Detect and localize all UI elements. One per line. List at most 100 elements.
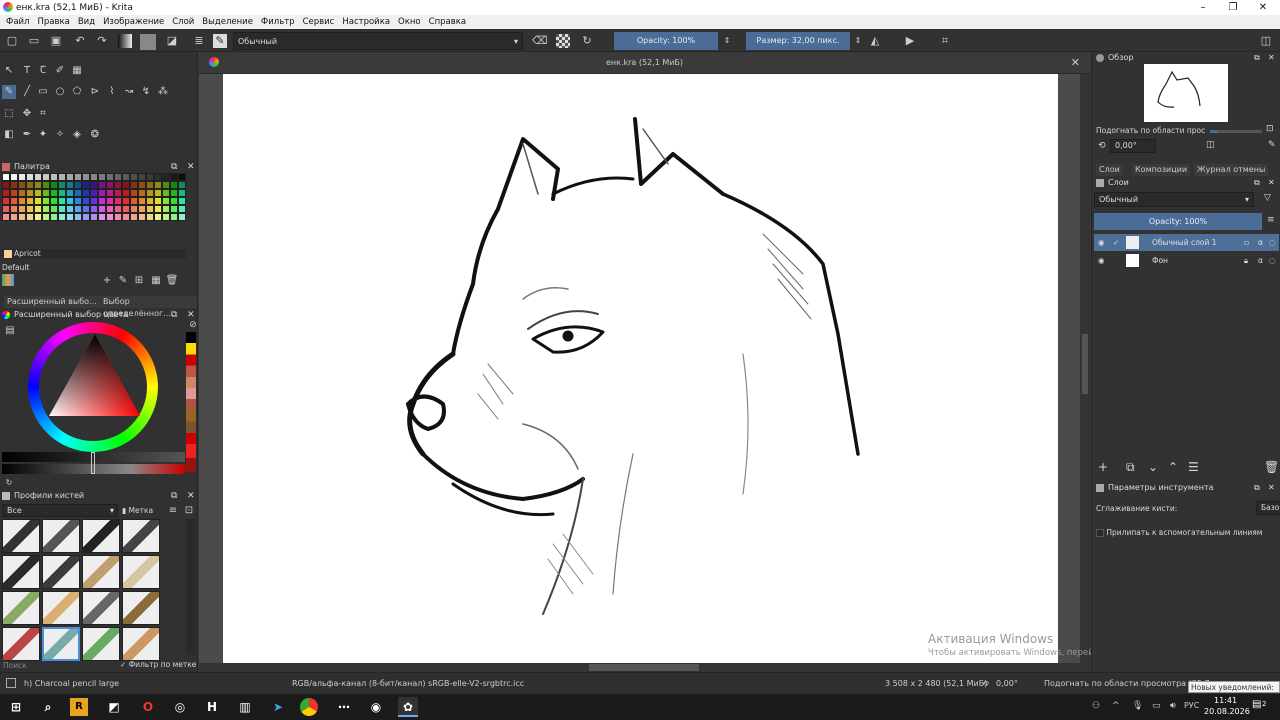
palette-swatch[interactable] [122,197,130,205]
visibility-eye-icon[interactable]: ◉ [1098,252,1105,269]
inherit-alpha-icon[interactable]: ◌ [1269,252,1276,269]
palette-swatch[interactable] [34,181,42,189]
audio-app-icon[interactable]: ▥ [235,697,255,717]
palette-swatch[interactable] [26,197,34,205]
clear-colors-icon[interactable]: ⊘ [186,318,200,332]
tab-layers[interactable]: Слои [1096,164,1123,176]
palette-swatch[interactable] [34,173,42,181]
delete-color-icon[interactable]: 🗑 [165,274,179,288]
app-icon-h[interactable]: H [202,697,222,717]
horizontal-scrollbar[interactable] [199,663,1090,672]
network-icon[interactable]: ▭ [1152,701,1161,711]
palette-swatch[interactable] [106,189,114,197]
filter-layers-icon[interactable]: ▽ [1264,193,1271,203]
palette-swatch[interactable] [114,189,122,197]
palette-swatch[interactable] [66,181,74,189]
palette-swatch[interactable] [82,205,90,213]
add-color-icon[interactable]: + [100,274,114,288]
palette-swatch[interactable] [154,181,162,189]
palette-swatch[interactable] [130,181,138,189]
menu-window[interactable]: Окно [398,17,421,27]
palette-swatch[interactable] [170,197,178,205]
edit-brush-settings-icon[interactable]: ≣ [192,34,206,48]
palette-swatch[interactable] [162,205,170,213]
float-docker-icon[interactable]: ⧉ [171,309,177,321]
palette-swatch[interactable] [114,205,122,213]
palette-swatch[interactable] [82,197,90,205]
palette-swatch[interactable] [138,181,146,189]
brush-preset-tile[interactable] [42,519,80,553]
select-shapes-icon[interactable]: ↖ [2,64,16,78]
calligraphy-icon[interactable]: Ꞇ [36,64,50,78]
tag-button[interactable]: ▮ Метка [122,504,153,517]
menu-layer[interactable]: Слой [172,17,194,27]
palette-swatch[interactable] [10,173,18,181]
palette-swatch[interactable] [90,173,98,181]
menu-edit[interactable]: Правка [37,17,69,27]
recent-colors-strip[interactable] [186,332,196,472]
palette-swatch[interactable] [178,205,186,213]
palette-swatch[interactable] [162,181,170,189]
palette-swatch[interactable] [162,213,170,221]
palette-swatch[interactable] [34,205,42,213]
palette-swatch[interactable] [154,173,162,181]
palette-swatch[interactable] [178,213,186,221]
brush-preset-tile[interactable] [82,519,120,553]
brush-preset-tile[interactable] [82,555,120,589]
delete-layer-icon[interactable]: 🗑︎ [1264,460,1279,474]
palette-swatch[interactable] [122,205,130,213]
zoom-slider[interactable] [1210,130,1262,133]
app-icon-window[interactable]: ◩ [104,697,124,717]
refresh-icon[interactable]: ↻ [2,476,16,490]
mirror-horizontal-icon[interactable]: ◭ [868,34,882,48]
close-document-icon[interactable]: ✕ [1071,52,1080,74]
layer-menu-icon[interactable]: ≡ [1267,215,1275,225]
palette-swatch[interactable] [90,197,98,205]
palette-swatch[interactable] [122,189,130,197]
palette-swatch[interactable] [138,197,146,205]
brush-preset-tile[interactable] [122,591,160,625]
palette-swatch[interactable] [82,213,90,221]
menu-filter[interactable]: Фильтр [261,17,295,27]
people-icon[interactable]: ⚇ [1092,701,1100,711]
palette-swatch[interactable] [42,181,50,189]
menu-select[interactable]: Выделение [202,17,253,27]
vertical-scroll-thumb[interactable] [1082,334,1088,394]
move-tool-icon[interactable]: ✥ [20,107,34,121]
brush-grid-scrollbar[interactable] [186,519,196,655]
bezier-tool-icon[interactable]: ⌇ [105,85,119,99]
tab-advanced-color[interactable]: Расширенный выбо... [4,296,100,308]
brush-preset-tile[interactable] [42,555,80,589]
palette-swatch[interactable] [122,213,130,221]
palette-entry[interactable]: Apricot [2,249,186,259]
brush-preset-tile[interactable] [82,627,120,661]
add-layer-icon[interactable]: + [1098,460,1108,474]
opacity-spinner[interactable]: ⇕ [720,34,734,48]
palette-swatch[interactable] [74,181,82,189]
palette-chooser-icon[interactable] [2,274,14,286]
palette-swatch[interactable] [2,205,10,213]
palette-swatch[interactable] [154,197,162,205]
palette-swatch[interactable] [66,213,74,221]
palette-swatch[interactable] [74,205,82,213]
palette-swatch[interactable] [26,189,34,197]
palette-swatch[interactable] [10,189,18,197]
palette-swatch[interactable] [50,181,58,189]
palette-swatch[interactable] [170,205,178,213]
document-tab[interactable]: енк.kra (52,1 МиБ) ✕ [199,52,1090,74]
palette-swatch[interactable] [98,197,106,205]
freehand-path-icon[interactable]: ↝ [122,85,136,99]
palette-swatch[interactable] [50,189,58,197]
palette-swatch[interactable] [130,173,138,181]
palette-swatch[interactable] [146,181,154,189]
palette-swatch[interactable] [58,181,66,189]
palette-swatch[interactable] [34,213,42,221]
palette-swatch[interactable] [66,189,74,197]
brush-preset-tile[interactable] [2,627,40,661]
alpha-icon[interactable]: α [1258,252,1263,269]
mirror-view-icon[interactable]: ◫ [1206,140,1215,150]
palette-swatch[interactable] [66,173,74,181]
palette-swatch[interactable] [146,205,154,213]
palette-swatch[interactable] [58,213,66,221]
windows-start-icon[interactable]: ⊞ [6,697,26,717]
